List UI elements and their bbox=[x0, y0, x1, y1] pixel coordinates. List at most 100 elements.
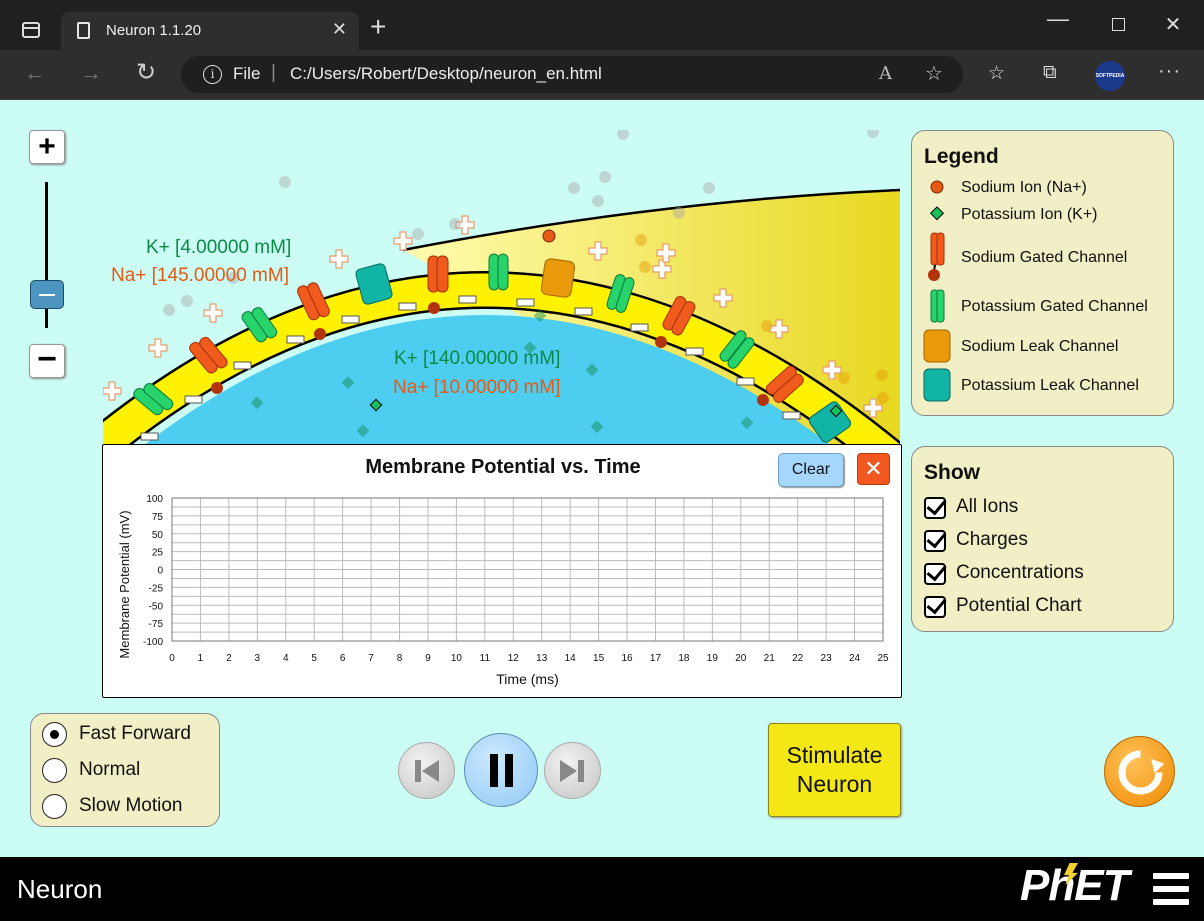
potassium-leak-channel-icon bbox=[923, 368, 951, 402]
x-tick-label: 17 bbox=[650, 653, 662, 664]
new-tab-icon[interactable]: + bbox=[370, 13, 386, 41]
sim-title: Neuron bbox=[17, 874, 103, 904]
stimulate-label-line2: Neuron bbox=[796, 771, 873, 797]
sodium-leak-channel bbox=[540, 258, 576, 298]
legend-item: Potassium Gated Channel bbox=[961, 298, 1148, 315]
x-tick-label: 4 bbox=[283, 653, 289, 664]
simulation-area: + − K+ [4.00000 mM] Na+ [145.00000 mM] K… bbox=[0, 100, 1204, 857]
x-tick-label: 23 bbox=[821, 653, 833, 664]
sodium-ion-icon bbox=[930, 180, 944, 194]
stimulate-label-line1: Stimulate bbox=[786, 742, 883, 768]
y-axis-label: Membrane Potential (mV) bbox=[117, 510, 132, 658]
browser-toolbar: ← → ↻ i File | C:/Users/Robert/Desktop/n… bbox=[0, 50, 1204, 100]
x-tick-label: 3 bbox=[255, 653, 261, 664]
y-tick-label: 100 bbox=[146, 494, 163, 505]
stimulate-neuron-button[interactable]: Stimulate Neuron bbox=[768, 723, 901, 817]
close-chart-button[interactable]: ✕ bbox=[857, 453, 890, 485]
radio-selected[interactable] bbox=[42, 722, 67, 747]
zoom-out-button[interactable]: − bbox=[29, 342, 65, 378]
clear-chart-button[interactable]: Clear bbox=[778, 453, 844, 487]
collections-icon[interactable]: ⧉ bbox=[1043, 62, 1057, 84]
site-info-icon[interactable]: i bbox=[203, 65, 222, 84]
zoom-slider-thumb[interactable] bbox=[30, 280, 64, 309]
y-tick-label: -75 bbox=[149, 619, 164, 630]
radio-unselected[interactable] bbox=[42, 794, 67, 819]
read-aloud-icon[interactable]: A bbox=[879, 63, 892, 84]
y-tick-label: -25 bbox=[149, 583, 164, 594]
x-tick-label: 14 bbox=[565, 653, 577, 664]
zoom-in-button[interactable]: + bbox=[29, 130, 65, 164]
forward-icon[interactable]: → bbox=[76, 60, 106, 86]
x-tick-label: 2 bbox=[226, 653, 232, 664]
legend-item: Potassium Ion (K+) bbox=[961, 206, 1098, 223]
legend-item: Sodium Ion (Na+) bbox=[961, 179, 1087, 196]
y-tick-label: 0 bbox=[157, 566, 163, 577]
x-tick-label: 11 bbox=[480, 653, 491, 664]
radio-unselected[interactable] bbox=[42, 758, 67, 783]
y-tick-label: 25 bbox=[152, 548, 164, 559]
potassium-ion-icon bbox=[929, 206, 945, 221]
inside-potassium-concentration: K+ [140.00000 mM] bbox=[394, 348, 561, 369]
inside-sodium-concentration: Na+ [10.00000 mM] bbox=[393, 377, 561, 398]
x-tick-label: 19 bbox=[707, 653, 719, 664]
show-panel: Show All Ions Charges Concentrations Pot… bbox=[911, 446, 1174, 632]
show-title: Show bbox=[924, 461, 980, 484]
x-tick-label: 25 bbox=[877, 653, 889, 664]
address-url[interactable]: C:/Users/Robert/Desktop/neuron_en.html bbox=[290, 64, 602, 84]
reload-icon[interactable]: ↻ bbox=[131, 58, 161, 87]
legend-item: Potassium Leak Channel bbox=[961, 377, 1139, 394]
x-tick-label: 18 bbox=[678, 653, 690, 664]
add-favorite-icon[interactable]: ☆ bbox=[925, 61, 943, 86]
x-tick-label: 13 bbox=[536, 653, 548, 664]
back-icon[interactable]: ← bbox=[20, 60, 50, 86]
checkbox-checked[interactable] bbox=[924, 530, 946, 552]
tab-actions-icon[interactable] bbox=[22, 22, 40, 38]
checkbox-checked[interactable] bbox=[924, 497, 946, 519]
x-tick-label: 0 bbox=[169, 653, 175, 664]
tab-close-icon[interactable]: ✕ bbox=[332, 19, 347, 40]
speed-panel: Fast Forward Normal Slow Motion bbox=[30, 713, 220, 827]
address-scheme: File bbox=[233, 64, 261, 83]
x-tick-label: 9 bbox=[425, 653, 431, 664]
membrane-potential-chart-panel: 0 1 2 3 4 5 6 7 8 9 10 11 12 13 14 15 16 17 18 19 20 21 22 23 24… bbox=[102, 444, 902, 698]
x-tick-label: 6 bbox=[340, 653, 346, 664]
pause-button[interactable] bbox=[464, 733, 538, 807]
x-tick-label: 15 bbox=[593, 653, 605, 664]
checkbox-checked[interactable] bbox=[924, 563, 946, 585]
browser-titlebar: Neuron 1.1.20 ✕ + — ✕ bbox=[0, 0, 1204, 50]
favorites-icon[interactable]: ☆ bbox=[988, 62, 1005, 85]
reset-all-button[interactable] bbox=[1104, 736, 1175, 807]
y-tick-label: 75 bbox=[152, 512, 164, 523]
x-tick-label: 24 bbox=[849, 653, 861, 664]
outside-potassium-concentration: K+ [4.00000 mM] bbox=[146, 237, 292, 258]
sodium-ion bbox=[542, 229, 556, 243]
neuron-scene: K+ [4.00000 mM] Na+ [145.00000 mM] K+ [1… bbox=[103, 130, 900, 445]
minimize-icon[interactable]: — bbox=[1043, 6, 1073, 32]
file-icon bbox=[77, 22, 90, 39]
menu-icon[interactable] bbox=[1153, 873, 1189, 905]
x-tick-label: 16 bbox=[621, 653, 633, 664]
sodium-gated-channel-icon bbox=[928, 232, 945, 281]
y-tick-label: -100 bbox=[143, 637, 163, 648]
profile-avatar[interactable]: SOFTPEDIA bbox=[1095, 61, 1125, 91]
address-bar[interactable]: i File | C:/Users/Robert/Desktop/neuron_… bbox=[181, 56, 963, 93]
step-back-button[interactable] bbox=[398, 742, 455, 799]
sodium-leak-channel-icon bbox=[923, 329, 951, 363]
sim-navbar: Neuron PhET bbox=[0, 857, 1204, 921]
x-tick-label: 21 bbox=[764, 653, 776, 664]
window-close-icon[interactable]: ✕ bbox=[1158, 12, 1188, 37]
legend-title: Legend bbox=[924, 145, 999, 168]
x-tick-label: 10 bbox=[451, 653, 463, 664]
potassium-gated-channel-icon bbox=[930, 289, 945, 323]
more-icon[interactable]: ··· bbox=[1158, 60, 1181, 83]
step-forward-button[interactable] bbox=[544, 742, 601, 799]
potassium-gated-channel bbox=[488, 253, 509, 291]
checkbox-checked[interactable] bbox=[924, 596, 946, 618]
outside-sodium-concentration: Na+ [145.00000 mM] bbox=[111, 265, 289, 286]
x-tick-label: 22 bbox=[792, 653, 804, 664]
browser-tab[interactable]: Neuron 1.1.20 ✕ bbox=[61, 12, 359, 50]
address-separator: | bbox=[271, 62, 276, 83]
y-tick-label: 50 bbox=[152, 530, 164, 541]
maximize-icon[interactable] bbox=[1103, 12, 1133, 36]
legend-item: Sodium Gated Channel bbox=[961, 249, 1128, 266]
